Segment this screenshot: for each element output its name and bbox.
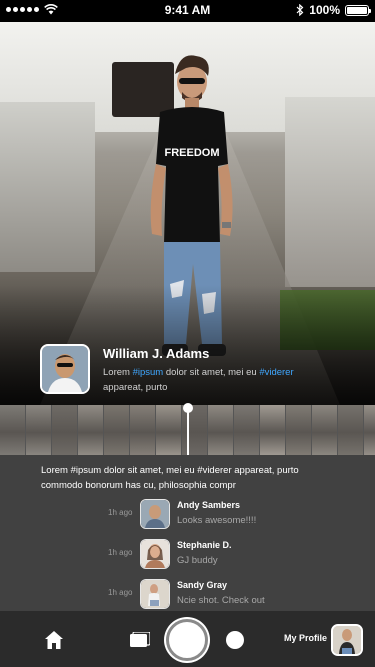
- comment-avatar[interactable]: [140, 579, 170, 609]
- filmstrip-frame[interactable]: [260, 405, 286, 455]
- battery-percent: 100%: [309, 3, 340, 17]
- comment-time: 1h ago: [108, 508, 133, 517]
- comment-time: 1h ago: [108, 548, 133, 557]
- profile-avatar[interactable]: [331, 624, 363, 656]
- gallery-icon[interactable]: [130, 632, 150, 648]
- post-caption: Lorem #ipsum dolor sit amet, mei eu #vid…: [41, 465, 299, 491]
- filmstrip-frame[interactable]: [208, 405, 234, 455]
- hashtag-link[interactable]: #ipsum: [133, 367, 164, 378]
- comment-author[interactable]: Sandy Gray: [177, 580, 227, 590]
- filmstrip-frame[interactable]: [312, 405, 338, 455]
- shutter-button[interactable]: [166, 619, 208, 661]
- comment-text: GJ buddy: [177, 555, 218, 566]
- filmstrip-frame[interactable]: [156, 405, 182, 455]
- photo-wall-left: [0, 102, 95, 272]
- bluetooth-icon: [296, 4, 304, 16]
- comment-text: Looks awesome!!!!: [177, 515, 257, 526]
- author-caption: Lorem #ipsum dolor sit amet, mei eu #vid…: [103, 365, 303, 395]
- filmstrip-frame[interactable]: [104, 405, 130, 455]
- post-author: William J. Adams Lorem #ipsum dolor sit …: [40, 344, 360, 396]
- author-avatar[interactable]: [40, 344, 90, 394]
- filmstrip-frame[interactable]: [338, 405, 364, 455]
- comment-item[interactable]: 1h ago Stephanie D. GJ buddy: [0, 539, 375, 573]
- comment-avatar[interactable]: [140, 539, 170, 569]
- filmstrip-frame[interactable]: [26, 405, 52, 455]
- filmstrip-frame[interactable]: [286, 405, 312, 455]
- comment-avatar-image: [141, 580, 169, 608]
- comment-text: Ncie shot. Check out: [177, 595, 265, 606]
- photo-wall-right: [285, 97, 375, 287]
- profile-label[interactable]: My Profile: [284, 633, 327, 643]
- circle-icon[interactable]: [226, 631, 244, 649]
- battery-icon: [345, 4, 371, 16]
- comment-author[interactable]: Stephanie D.: [177, 540, 232, 550]
- comment-avatar-image: [141, 500, 169, 528]
- hashtag-link[interactable]: #viderer: [259, 367, 293, 378]
- status-right: 100%: [296, 3, 371, 17]
- filmstrip-scrubber-handle[interactable]: [183, 403, 193, 413]
- filmstrip-frame[interactable]: [130, 405, 156, 455]
- status-bar: 9:41 AM 100%: [0, 0, 375, 22]
- filmstrip-frame[interactable]: [364, 405, 375, 455]
- comment-author[interactable]: Andy Sambers: [177, 500, 240, 510]
- home-icon[interactable]: [44, 630, 64, 650]
- author-avatar-image: [42, 346, 88, 392]
- comment-time: 1h ago: [108, 588, 133, 597]
- filmstrip-frame[interactable]: [234, 405, 260, 455]
- author-name[interactable]: William J. Adams: [103, 346, 209, 361]
- bottom-tab-bar: My Profile: [0, 611, 375, 667]
- comment-avatar[interactable]: [140, 499, 170, 529]
- caption-text: Lorem: [103, 367, 133, 378]
- filmstrip-frame[interactable]: [0, 405, 26, 455]
- profile-avatar-image: [333, 626, 361, 654]
- shirt-text: FREEDOM: [165, 147, 220, 159]
- filmstrip-frame[interactable]: [78, 405, 104, 455]
- filmstrip-frame[interactable]: [52, 405, 78, 455]
- caption-text: appareat, purto: [103, 382, 168, 393]
- comment-avatar-image: [141, 540, 169, 568]
- comments-panel: Lorem #ipsum dolor sit amet, mei eu #vid…: [0, 455, 375, 611]
- caption-text: dolor sit amet, mei eu: [163, 367, 260, 378]
- comment-item[interactable]: 1h ago Sandy Gray Ncie shot. Check out: [0, 579, 375, 613]
- comment-item[interactable]: 1h ago Andy Sambers Looks awesome!!!!: [0, 499, 375, 533]
- battery-fill: [347, 6, 367, 14]
